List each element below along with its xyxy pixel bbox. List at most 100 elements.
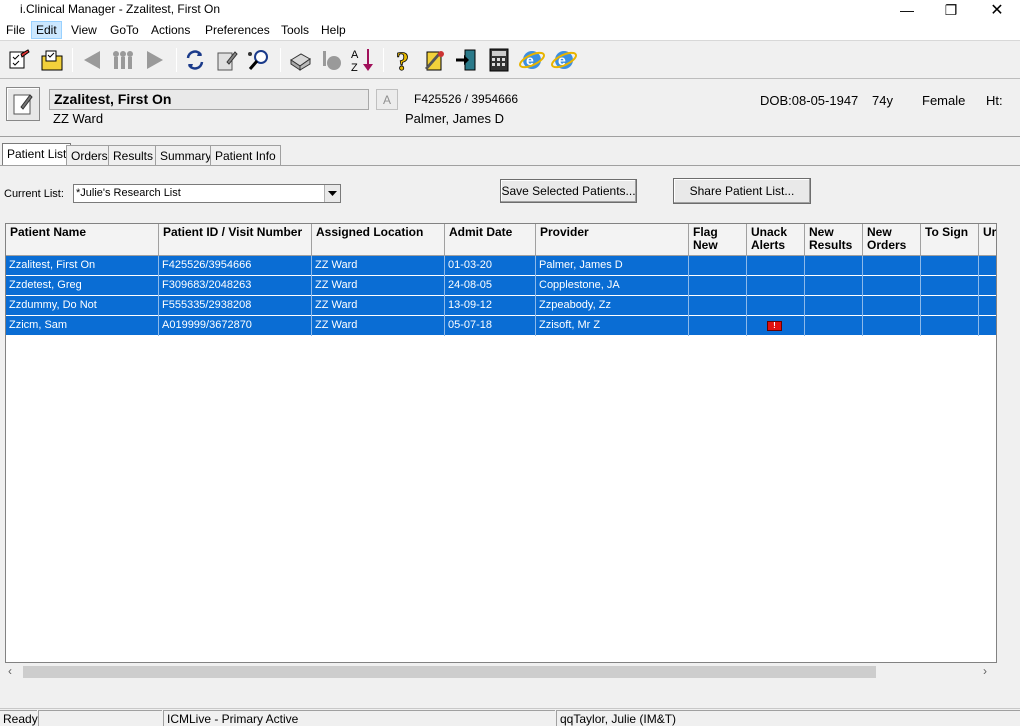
menu-actions[interactable]: Actions: [150, 23, 191, 37]
cell-location: ZZ Ward: [312, 296, 445, 316]
folder-icon: [41, 50, 63, 71]
printer-icon: [290, 53, 311, 71]
cell-name: Zzdummy, Do Not: [6, 296, 159, 316]
column-header-provider[interactable]: Provider: [536, 224, 689, 256]
tab-orders[interactable]: Orders: [66, 145, 113, 165]
help-button[interactable]: ?: [390, 47, 416, 73]
alert-flag-icon[interactable]: !: [767, 321, 782, 331]
column-header-admit-date[interactable]: Admit Date: [445, 224, 536, 256]
cell-empty: [979, 276, 996, 296]
save-selected-patients-button[interactable]: Save Selected Patients...: [500, 179, 637, 203]
print-button[interactable]: [287, 47, 313, 73]
table-row[interactable]: Zzdummy, Do Not F555335/2938208 ZZ Ward 13-…: [6, 296, 996, 316]
refresh-button[interactable]: [182, 47, 208, 73]
patient-details-button[interactable]: [6, 87, 40, 121]
alert-a-button[interactable]: A: [376, 89, 398, 110]
cell-empty: [689, 316, 747, 336]
cell-empty: [689, 256, 747, 276]
patient-dob: DOB:08-05-1947: [760, 93, 859, 108]
tab-summary[interactable]: Summary: [155, 145, 217, 165]
table-row[interactable]: Zzicm, Sam A019999/3672870 ZZ Ward 05-07-18…: [6, 316, 996, 336]
scroll-left-icon[interactable]: ‹: [8, 664, 12, 678]
cell-provider: Palmer, James D: [536, 256, 689, 276]
tab-patient-info[interactable]: Patient Info: [210, 145, 281, 165]
settings-button[interactable]: [421, 47, 447, 73]
horizontal-scrollbar[interactable]: ‹ ›: [5, 663, 997, 680]
status-user: qqTaylor, Julie (IM&T): [556, 710, 1020, 726]
forward-button[interactable]: [142, 47, 168, 73]
menu-edit[interactable]: Edit: [31, 21, 62, 39]
scroll-right-icon[interactable]: ›: [983, 664, 987, 678]
minimize-icon: —: [900, 2, 914, 18]
status-empty: [38, 710, 162, 726]
current-list-select[interactable]: *Julie's Research List: [73, 184, 341, 203]
exit-button[interactable]: [453, 47, 479, 73]
column-header-flag-new[interactable]: Flag New: [689, 224, 747, 256]
cell-name: Zzalitest, First On: [6, 256, 159, 276]
find-patient-button[interactable]: [246, 47, 272, 73]
cell-admit: 24-08-05: [445, 276, 536, 296]
current-list-label: Current List:: [4, 188, 64, 200]
tools-icon: [425, 51, 444, 71]
menu-help[interactable]: Help: [320, 23, 347, 37]
patient-list-table: Patient Name Patient ID / Visit Number A…: [5, 223, 997, 663]
cell-empty: [805, 316, 863, 336]
menu-preferences[interactable]: Preferences: [204, 23, 271, 37]
patient-location: ZZ Ward: [53, 111, 104, 126]
close-button[interactable]: ✕: [974, 0, 1020, 20]
cell-empty: [805, 256, 863, 276]
cell-provider: Zzisoft, Mr Z: [536, 316, 689, 336]
clipboard-edit-icon: [13, 94, 33, 115]
sort-az-icon: AZ: [351, 49, 373, 73]
menu-view[interactable]: View: [70, 23, 98, 37]
cell-admit: 13-09-12: [445, 296, 536, 316]
browser-e-icon: e: [519, 51, 545, 69]
cell-location: ZZ Ward: [312, 276, 445, 296]
sort-button[interactable]: AZ: [350, 47, 376, 73]
chevron-down-icon: [324, 185, 340, 202]
scroll-thumb[interactable]: [23, 666, 876, 678]
tab-patient-list[interactable]: Patient List: [2, 143, 72, 165]
patients-button[interactable]: [110, 47, 136, 73]
cell-location: ZZ Ward: [312, 316, 445, 336]
web-browser-2-button[interactable]: e: [551, 47, 577, 73]
status-ready: Ready: [0, 710, 38, 726]
calculator-button[interactable]: [486, 47, 512, 73]
cell-empty: [863, 276, 921, 296]
share-patient-list-button[interactable]: Share Patient List...: [673, 178, 811, 204]
restore-button[interactable]: ❐: [928, 0, 974, 20]
cell-id: F425526/3954666: [159, 256, 312, 276]
column-header-assigned-location[interactable]: Assigned Location: [312, 224, 445, 256]
svg-text:e: e: [526, 52, 534, 68]
column-header-patient-name[interactable]: Patient Name: [6, 224, 159, 256]
menu-file[interactable]: File: [5, 23, 26, 37]
column-header-unack-alerts[interactable]: Unack Alerts: [747, 224, 805, 256]
cell-id: F555335/2938208: [159, 296, 312, 316]
menu-bar: File Edit View GoTo Actions Preferences …: [0, 20, 1020, 41]
column-header-patient-id[interactable]: Patient ID / Visit Number: [159, 224, 312, 256]
menu-tools[interactable]: Tools: [280, 23, 310, 37]
annotate-button[interactable]: [318, 47, 344, 73]
folder-checklist-button[interactable]: [39, 47, 65, 73]
cell-empty: [979, 316, 996, 336]
column-header-ur[interactable]: Ur: [979, 224, 996, 256]
svg-text:A: A: [351, 49, 359, 61]
table-row[interactable]: Zzalitest, First On F425526/3954666 ZZ War…: [6, 256, 996, 276]
search-person-icon: [248, 50, 268, 70]
table-row[interactable]: Zzdetest, Greg F309683/2048263 ZZ Ward 24-0…: [6, 276, 996, 296]
cell-provider: Zzpeabody, Zz: [536, 296, 689, 316]
patient-height: Ht:: [986, 93, 1003, 108]
cell-empty: [979, 256, 996, 276]
minimize-button[interactable]: —: [884, 0, 930, 20]
tab-results[interactable]: Results: [108, 145, 159, 165]
menu-goto[interactable]: GoTo: [109, 23, 140, 37]
patient-checklist-button[interactable]: [6, 47, 32, 73]
people-icon: [113, 51, 133, 69]
column-header-new-results[interactable]: New Results: [805, 224, 863, 256]
back-button[interactable]: [79, 47, 105, 73]
edit-note-button[interactable]: [214, 47, 240, 73]
web-browser-button[interactable]: e: [519, 47, 545, 73]
column-header-to-sign[interactable]: To Sign: [921, 224, 979, 256]
column-header-new-orders[interactable]: New Orders: [863, 224, 921, 256]
cell-empty: [689, 276, 747, 296]
